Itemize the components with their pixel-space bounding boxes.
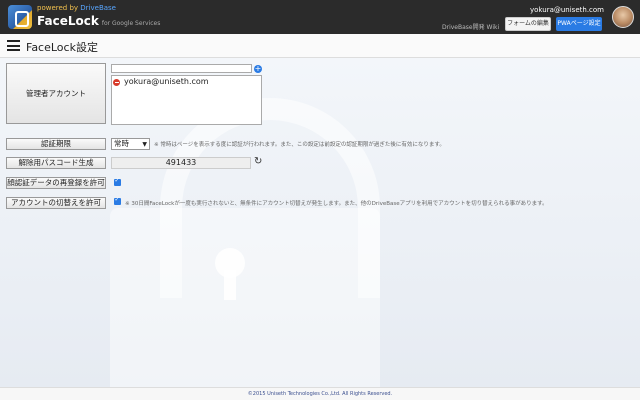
avatar[interactable] [612, 6, 634, 28]
generate-passcode-button[interactable]: 解除用パスコード生成 [6, 157, 106, 169]
reregister-label: 顔認証データの再登録を許可 [6, 177, 106, 189]
admin-account-label: 管理者アカウント [6, 63, 106, 124]
lock-body-decoration [110, 208, 380, 387]
add-icon[interactable]: + [254, 65, 262, 73]
switch-account-label: アカウントの切替えを許可 [6, 197, 106, 209]
copyright-text: ©2015 Uniseth Technologies Co.,Ltd. All … [247, 391, 393, 397]
page-title: FaceLock設定 [26, 41, 98, 54]
wiki-link[interactable]: DriveBase開発 Wiki [442, 22, 499, 31]
powered-by-text: powered by DriveBase [37, 4, 116, 12]
pwa-settings-button[interactable]: PWAページ設定 [556, 17, 602, 31]
remove-icon[interactable] [113, 79, 120, 86]
menu-icon[interactable] [7, 40, 20, 51]
switch-account-note: ※ 30日間FaceLockが一度も実行されないと、無条件にアカウント切替えが発… [125, 201, 548, 207]
powered-brand: DriveBase [80, 4, 116, 12]
keyhole-slot-decoration [224, 270, 236, 300]
page-titlebar: FaceLock設定 [0, 34, 640, 58]
powered-prefix: powered by [37, 4, 81, 12]
app-subtitle: for Google Services [101, 20, 161, 27]
auth-period-value: 常時 [114, 139, 129, 148]
user-email: yokura@uniseth.com [530, 6, 604, 14]
refresh-icon[interactable]: ↻ [254, 156, 262, 167]
form-edit-button[interactable]: フォームの編集 [505, 17, 551, 31]
admin-account-input[interactable] [111, 64, 252, 73]
chevron-down-icon: ▼ [142, 141, 147, 148]
app-name: FaceLock [37, 14, 99, 28]
auth-period-label: 認証期限 [6, 138, 106, 150]
app-title: FaceLock for Google Services [37, 14, 160, 28]
switch-account-checkbox[interactable] [114, 196, 121, 205]
app-header: powered by DriveBase FaceLock for Google … [0, 0, 640, 34]
reregister-checkbox[interactable] [114, 177, 121, 186]
footer: ©2015 Uniseth Technologies Co.,Ltd. All … [0, 387, 640, 400]
passcode-value: 491433 [111, 157, 251, 169]
auth-period-note: ※ 常時はページを表示する度に認証が行われます。また、この設定は前設定の認証期限… [154, 142, 445, 148]
facelock-logo-icon [8, 5, 32, 29]
auth-period-select[interactable]: 常時 ▼ [111, 138, 150, 150]
admin-account-item: yokura@uniseth.com [124, 77, 209, 86]
